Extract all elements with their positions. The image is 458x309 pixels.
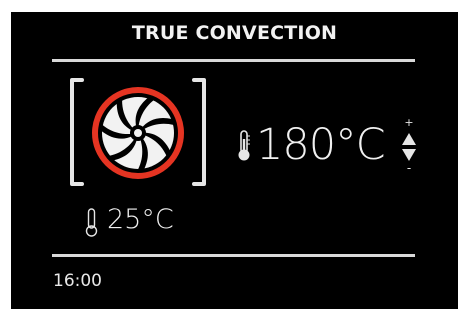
adjust-minus-label: - xyxy=(407,161,411,175)
top-divider xyxy=(52,59,415,62)
convection-fan-icon[interactable] xyxy=(68,76,208,188)
right-bracket xyxy=(192,78,206,186)
adjust-plus-label: + xyxy=(404,116,413,129)
setpoint-temperature[interactable]: 180°C xyxy=(256,121,386,169)
increase-arrow-icon xyxy=(402,133,416,145)
left-bracket xyxy=(70,78,84,186)
current-temperature: 25°C xyxy=(107,204,174,235)
oven-display: TRUE CONVECTION 180°C + - 25°C 16:00 xyxy=(11,12,458,309)
mode-title: TRUE CONVECTION xyxy=(131,22,338,44)
decrease-arrow-icon xyxy=(402,149,416,161)
thermometer-icon xyxy=(238,130,250,161)
bottom-divider xyxy=(52,254,415,257)
temperature-adjust-icon[interactable]: + - xyxy=(401,116,417,178)
current-thermometer-icon xyxy=(85,208,98,237)
clock-time[interactable]: 16:00 xyxy=(53,271,102,291)
